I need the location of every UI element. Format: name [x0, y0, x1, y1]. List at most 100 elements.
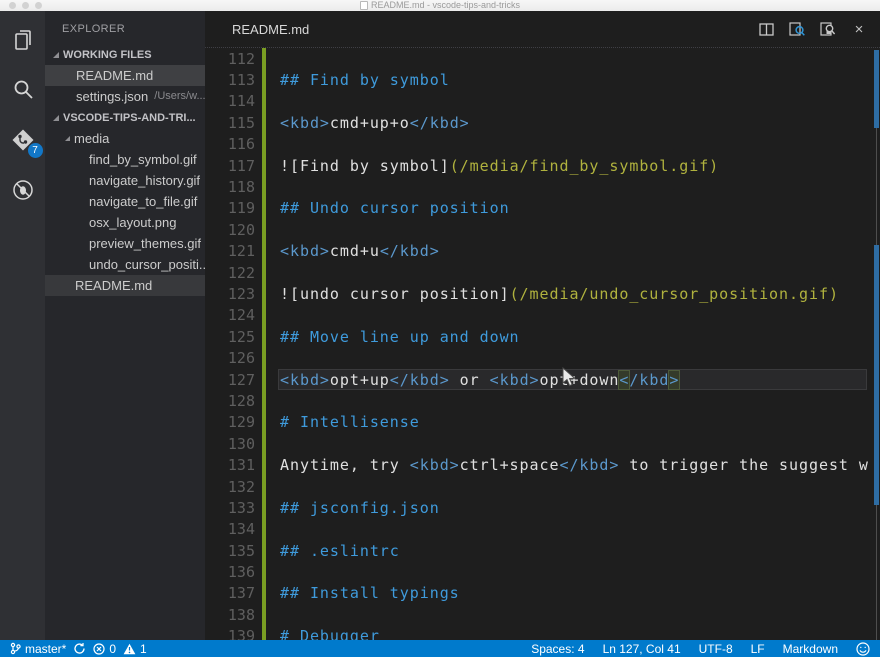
code-text: ## Undo cursor position	[255, 199, 510, 217]
code-line-133[interactable]: 133## jsconfig.json	[205, 497, 880, 518]
tree-file-item[interactable]: navigate_to_file.gif	[45, 191, 205, 212]
scrollbar-track-line[interactable]	[876, 128, 877, 245]
code-line-113[interactable]: 113## Find by symbol	[205, 69, 880, 90]
status-indentation[interactable]: Spaces: 4	[531, 642, 584, 656]
code-line-139[interactable]: 139# Debugger	[205, 626, 880, 640]
line-number: 133	[205, 499, 255, 517]
editor-content[interactable]: 112113## Find by symbol114115<kbd>cmd+up…	[205, 48, 880, 640]
tree-folder-item[interactable]: media	[45, 128, 205, 149]
code-line-115[interactable]: 115<kbd>cmd+up+o</kbd>	[205, 112, 880, 133]
status-cursor-position[interactable]: Ln 127, Col 41	[603, 642, 681, 656]
zoom-window-button[interactable]	[35, 2, 42, 9]
open-preview-button[interactable]	[788, 21, 806, 37]
code-line-138[interactable]: 138	[205, 604, 880, 625]
markdown-heading: ## Move line up and down	[280, 328, 520, 346]
line-number: 128	[205, 392, 255, 410]
activity-git[interactable]: 7	[10, 127, 36, 153]
working-files-header[interactable]: WORKING FILES	[45, 44, 205, 65]
code-line-120[interactable]: 120	[205, 219, 880, 240]
file-name: osx_layout.png	[89, 212, 176, 233]
line-number: 127	[205, 371, 255, 389]
working-file-item[interactable]: README.md	[45, 65, 205, 86]
code-line-118[interactable]: 118	[205, 176, 880, 197]
markdown-heading: ## Undo cursor position	[280, 199, 510, 217]
status-eol[interactable]: LF	[751, 642, 765, 656]
plain-text: cmd+u	[330, 242, 380, 260]
code-line-123[interactable]: 123![undo cursor position](/media/undo_c…	[205, 283, 880, 304]
status-language-mode[interactable]: Markdown	[783, 642, 838, 656]
overview-ruler-mark	[874, 50, 879, 128]
code-line-127[interactable]: 127<kbd>opt+up</kbd> or <kbd>opt+down</k…	[205, 369, 880, 390]
plain-text: ![Find by symbol]	[280, 157, 450, 175]
activity-search[interactable]	[10, 77, 36, 103]
file-name: media	[74, 128, 109, 149]
line-number: 134	[205, 520, 255, 538]
code-line-125[interactable]: 125## Move line up and down	[205, 326, 880, 347]
code-line-124[interactable]: 124	[205, 305, 880, 326]
minimize-window-button[interactable]	[22, 2, 29, 9]
activity-debug[interactable]	[10, 177, 36, 203]
code-line-132[interactable]: 132	[205, 476, 880, 497]
markdown-heading: ## Find by symbol	[280, 71, 450, 89]
tree-file-item[interactable]: osx_layout.png	[45, 212, 205, 233]
code-line-122[interactable]: 122	[205, 262, 880, 283]
git-branch-status[interactable]: master*	[10, 642, 66, 656]
line-number: 135	[205, 542, 255, 560]
tree-file-item[interactable]: navigate_history.gif	[45, 170, 205, 191]
code-line-117[interactable]: 117![Find by symbol](/media/find_by_symb…	[205, 155, 880, 176]
sync-button[interactable]	[73, 642, 86, 655]
plain-text: opt+up	[330, 371, 390, 389]
activity-explorer[interactable]	[10, 27, 36, 53]
open-preview-side-button[interactable]	[819, 21, 837, 37]
code-line-116[interactable]: 116	[205, 134, 880, 155]
code-line-121[interactable]: 121<kbd>cmd+u</kbd>	[205, 241, 880, 262]
split-editor-button[interactable]	[757, 21, 775, 37]
overview-ruler-mark	[874, 245, 879, 505]
code-line-119[interactable]: 119 ## Undo cursor position	[205, 198, 880, 219]
tree-file-item[interactable]: README.md	[45, 275, 205, 296]
code-line-128[interactable]: 128	[205, 390, 880, 411]
tree-file-item[interactable]: find_by_symbol.gif	[45, 149, 205, 170]
code-text: ## Move line up and down	[255, 328, 520, 346]
working-file-item[interactable]: settings.json/Users/w...	[45, 86, 205, 107]
traffic-lights	[9, 2, 42, 9]
code-line-131[interactable]: 131Anytime, try <kbd>ctrl+space</kbd> to…	[205, 454, 880, 475]
code-line-134[interactable]: 134	[205, 519, 880, 540]
warnings-status[interactable]: 1	[123, 642, 147, 656]
line-number: 119	[205, 199, 255, 217]
editor-tab-title[interactable]: README.md	[205, 22, 757, 37]
code-line-129[interactable]: 129# Intellisense	[205, 412, 880, 433]
chevron-expanded-icon	[53, 52, 59, 58]
code-line-126[interactable]: 126	[205, 347, 880, 368]
feedback-smiley-button[interactable]	[856, 642, 870, 656]
code-line-112[interactable]: 112	[205, 48, 880, 69]
code-line-135[interactable]: 135## .eslintrc	[205, 540, 880, 561]
code-text: ## Find by symbol	[255, 71, 450, 89]
html-tag: </kbd>	[559, 456, 619, 474]
close-window-button[interactable]	[9, 2, 16, 9]
tree-file-item[interactable]: undo_cursor_positi...	[45, 254, 205, 275]
close-editor-button[interactable]: ×	[850, 21, 868, 37]
line-number: 129	[205, 413, 255, 431]
code-line-137[interactable]: 137## Install typings	[205, 583, 880, 604]
open-preview-side-icon	[820, 22, 836, 37]
open-preview-icon	[789, 22, 805, 37]
status-encoding[interactable]: UTF-8	[699, 642, 733, 656]
code-line-136[interactable]: 136	[205, 561, 880, 582]
plain-text: ![undo cursor position]	[280, 285, 510, 303]
code-line-114[interactable]: 114	[205, 91, 880, 112]
folder-section-header[interactable]: VSCODE-TIPS-AND-TRI...	[45, 107, 205, 128]
html-tag: <kbd>	[280, 242, 330, 260]
html-tag: /kbd	[629, 371, 669, 389]
code-line-130[interactable]: 130	[205, 433, 880, 454]
errors-status[interactable]: 0	[93, 642, 116, 656]
split-editor-icon	[759, 23, 774, 36]
editor-lines: 112113## Find by symbol114115<kbd>cmd+up…	[205, 48, 880, 640]
line-number: 115	[205, 114, 255, 132]
scrollbar-track-line[interactable]	[876, 505, 877, 640]
tree-file-item[interactable]: preview_themes.gif	[45, 233, 205, 254]
link-url: (/media/undo_cursor_position.gif)	[510, 285, 839, 303]
file-name: README.md	[75, 275, 152, 296]
html-tag: </kbd>	[380, 242, 440, 260]
editor-header: README.md	[205, 11, 880, 48]
